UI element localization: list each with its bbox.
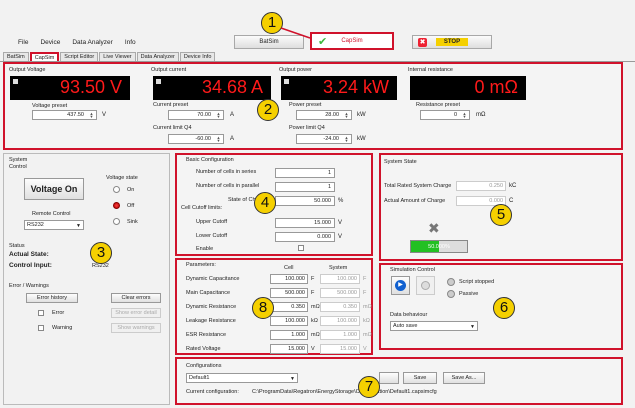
- callout-arrow: [280, 27, 311, 39]
